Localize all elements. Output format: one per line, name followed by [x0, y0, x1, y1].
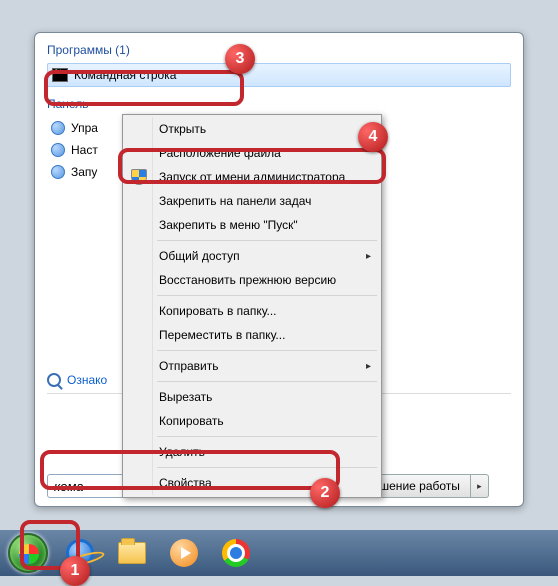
- context-menu: Открыть Расположение файла Запуск от име…: [122, 114, 382, 498]
- search-text: кома: [54, 479, 84, 494]
- cmd-icon: [52, 68, 68, 82]
- shutdown-options-button[interactable]: ▸: [471, 474, 489, 498]
- chevron-right-icon: ▸: [366, 361, 371, 372]
- start-button[interactable]: [8, 536, 48, 570]
- ctx-pin-taskbar[interactable]: Закрепить на панели задач: [125, 189, 379, 213]
- ctx-restore-prev[interactable]: Восстановить прежнюю версию: [125, 268, 379, 292]
- mic-icon: [51, 165, 65, 179]
- taskbar-ie[interactable]: [60, 536, 100, 570]
- search-icon: [47, 373, 61, 387]
- mic-icon: [51, 143, 65, 157]
- taskbar-media-player[interactable]: [164, 536, 204, 570]
- ctx-pin-start[interactable]: Закрепить в меню "Пуск": [125, 213, 379, 237]
- ctx-share[interactable]: Общий доступ▸: [125, 244, 379, 268]
- ctx-separator: [157, 240, 377, 241]
- ctx-cut[interactable]: Вырезать: [125, 385, 379, 409]
- search-result-cmd[interactable]: Командная строка: [47, 63, 511, 87]
- media-player-icon: [170, 539, 198, 567]
- ctx-properties[interactable]: Свойства: [125, 471, 379, 495]
- folder-icon: [118, 542, 146, 564]
- ctx-copy-to-folder[interactable]: Копировать в папку...: [125, 299, 379, 323]
- taskbar-explorer[interactable]: [112, 536, 152, 570]
- shield-icon: [131, 169, 147, 185]
- ctx-separator: [157, 467, 377, 468]
- ie-icon: [66, 539, 94, 567]
- ctx-copy[interactable]: Копировать: [125, 409, 379, 433]
- taskbar: [0, 530, 558, 576]
- ctx-open-location[interactable]: Расположение файла: [125, 141, 379, 165]
- ctx-separator: [157, 436, 377, 437]
- ctx-move-to-folder[interactable]: Переместить в папку...: [125, 323, 379, 347]
- chrome-icon: [222, 539, 250, 567]
- windows-orb-icon: [8, 533, 48, 573]
- mic-icon: [51, 121, 65, 135]
- ctx-open[interactable]: Открыть: [125, 117, 379, 141]
- taskbar-chrome[interactable]: [216, 536, 256, 570]
- ctx-run-as-admin[interactable]: Запуск от имени администратора: [125, 165, 379, 189]
- search-result-label: Командная строка: [74, 68, 176, 82]
- group-panel-title: Панель: [47, 97, 511, 111]
- ctx-separator: [157, 350, 377, 351]
- chevron-right-icon: ▸: [366, 251, 371, 262]
- ctx-separator: [157, 381, 377, 382]
- ctx-separator: [157, 295, 377, 296]
- group-programs-title: Программы (1): [47, 43, 511, 57]
- ctx-send-to[interactable]: Отправить▸: [125, 354, 379, 378]
- ctx-delete[interactable]: Удалить: [125, 440, 379, 464]
